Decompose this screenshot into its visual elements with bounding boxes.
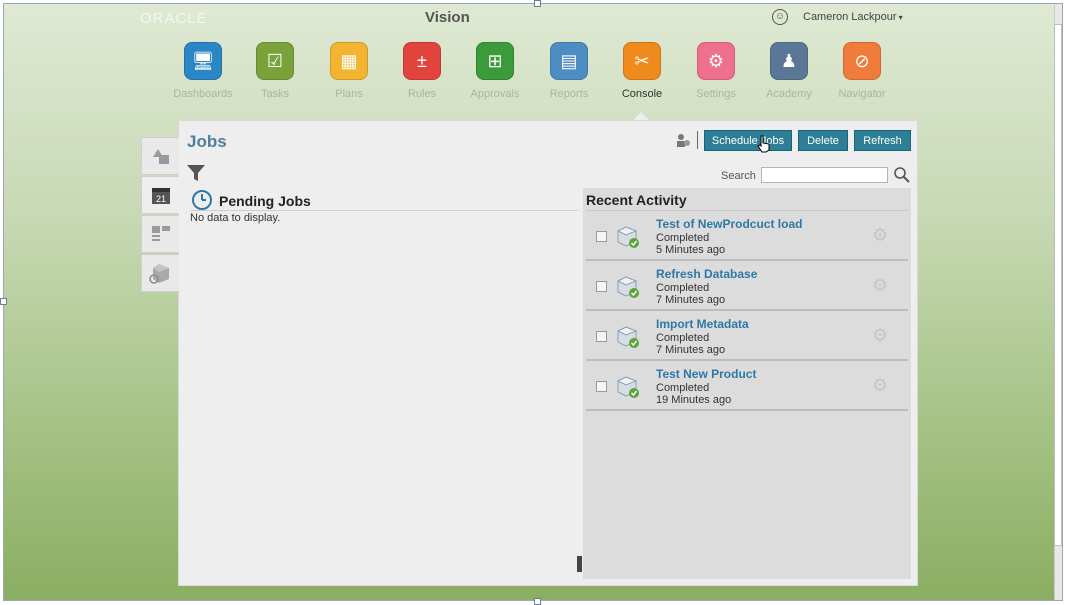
- console-icon: ✂: [623, 42, 661, 80]
- gear-icon[interactable]: ⚙: [872, 275, 888, 296]
- nav-item-console[interactable]: ✂ Console: [609, 42, 675, 100]
- nav-label: Plans: [335, 88, 363, 100]
- tasks-icon: ☑: [256, 42, 294, 80]
- panel-collapse-handle[interactable]: [577, 556, 582, 572]
- academy-icon: ♟: [770, 42, 808, 80]
- nav-item-navigator[interactable]: ⊘ Navigator: [829, 42, 895, 100]
- activity-time: 7 Minutes ago: [656, 344, 726, 356]
- activity-status: Completed: [656, 332, 710, 344]
- pending-jobs-header: Pending Jobs: [191, 188, 578, 211]
- activity-time: 7 Minutes ago: [656, 294, 726, 306]
- nav-item-rules[interactable]: ± Rules: [389, 42, 455, 100]
- activity-name-link[interactable]: Refresh Database: [656, 267, 757, 281]
- recent-activity-title: Recent Activity: [586, 192, 687, 208]
- shapes-icon: [152, 149, 169, 164]
- page-title: Jobs: [187, 132, 227, 151]
- resize-handle-top[interactable]: [534, 0, 541, 7]
- svg-text:21: 21: [155, 194, 165, 204]
- filter-icon[interactable]: [187, 165, 205, 186]
- console-side-tabs: 21: [141, 137, 179, 293]
- delete-button[interactable]: Delete: [798, 130, 848, 151]
- no-data-message: No data to display.: [190, 212, 281, 224]
- job-completed-icon: [616, 226, 639, 248]
- side-tab-jobs[interactable]: 21: [141, 176, 179, 214]
- nav-label: Rules: [407, 88, 437, 100]
- list-item[interactable]: Test of NewProdcuct load Completed 5 Min…: [586, 211, 908, 261]
- nav-label: Approvals: [470, 88, 520, 100]
- nav-label: Settings: [696, 88, 736, 100]
- nav-label: Dashboards: [173, 88, 233, 100]
- nav-label: Reports: [549, 88, 589, 100]
- pending-jobs-title: Pending Jobs: [219, 193, 311, 209]
- scrollbar-thumb[interactable]: [1054, 24, 1062, 546]
- activity-time: 19 Minutes ago: [656, 394, 732, 406]
- nav-label: Academy: [766, 88, 812, 100]
- nav-item-plans[interactable]: ▦ Plans: [316, 42, 382, 100]
- search-icon[interactable]: [893, 166, 911, 189]
- app-title: Vision: [425, 9, 470, 26]
- clock-icon: [192, 190, 212, 210]
- activity-name-link[interactable]: Import Metadata: [656, 317, 749, 331]
- resize-handle-left[interactable]: [0, 298, 7, 305]
- list-item[interactable]: Test New Product Completed 19 Minutes ag…: [586, 361, 908, 411]
- user-menu[interactable]: Cameron Lackpour ▾: [803, 11, 903, 23]
- plans-icon: ▦: [330, 42, 368, 80]
- search-label: Search: [721, 170, 756, 182]
- nav-label: Tasks: [260, 88, 290, 100]
- accessibility-icon[interactable]: ☺: [772, 9, 788, 25]
- refresh-button[interactable]: Refresh: [854, 130, 911, 151]
- list-item[interactable]: Import Metadata Completed 7 Minutes ago …: [586, 311, 908, 361]
- list-item[interactable]: Refresh Database Completed 7 Minutes ago…: [586, 261, 908, 311]
- nav-item-approvals[interactable]: ⊞ Approvals: [462, 42, 528, 100]
- side-tab-overview[interactable]: [141, 137, 179, 175]
- nav-item-dashboards[interactable]: 🖥 Dashboards: [170, 42, 236, 100]
- user-name: Cameron Lackpour: [803, 11, 897, 23]
- activity-name-link[interactable]: Test New Product: [656, 367, 756, 381]
- nav-item-reports[interactable]: ▤ Reports: [536, 42, 602, 100]
- mouse-pointer-icon: [757, 135, 771, 158]
- vertical-scrollbar[interactable]: [1054, 4, 1062, 600]
- job-completed-icon: [616, 326, 639, 348]
- nav-item-tasks[interactable]: ☑ Tasks: [242, 42, 308, 100]
- activity-status: Completed: [656, 382, 710, 394]
- row-checkbox[interactable]: [596, 381, 607, 392]
- job-completed-icon: [616, 276, 639, 298]
- dashboards-icon: 🖥: [184, 42, 222, 80]
- side-tab-dimensions[interactable]: [141, 215, 179, 253]
- cube-settings-icon: [148, 264, 169, 284]
- schedule-jobs-button[interactable]: Schedule Jobs: [704, 130, 792, 151]
- row-checkbox[interactable]: [596, 331, 607, 342]
- approvals-icon: ⊞: [476, 42, 514, 80]
- row-checkbox[interactable]: [596, 231, 607, 242]
- side-tab-application[interactable]: [141, 254, 179, 292]
- job-user-icon[interactable]: [676, 133, 690, 147]
- activity-name-link[interactable]: Test of NewProdcuct load: [656, 217, 802, 231]
- activity-status: Completed: [656, 282, 710, 294]
- chevron-down-icon: ▾: [898, 13, 903, 22]
- gear-icon[interactable]: ⚙: [872, 375, 888, 396]
- job-completed-icon: [616, 376, 639, 398]
- gear-icon[interactable]: ⚙: [872, 225, 888, 246]
- gear-icon[interactable]: ⚙: [872, 325, 888, 346]
- search-input[interactable]: [761, 167, 888, 183]
- activity-status: Completed: [656, 232, 710, 244]
- nav-item-settings[interactable]: ⚙ Settings: [683, 42, 749, 100]
- tiles-icon: [151, 226, 170, 241]
- settings-icon: ⚙: [697, 42, 735, 80]
- rules-icon: ±: [403, 42, 441, 80]
- navigator-icon: ⊘: [843, 42, 881, 80]
- recent-activity-panel: Recent Activity Test of NewProdcuct load…: [583, 188, 911, 579]
- calendar-icon: 21: [151, 188, 170, 204]
- oracle-logo: ORACLE: [140, 10, 208, 27]
- activity-list: Test of NewProdcuct load Completed 5 Min…: [586, 210, 908, 411]
- nav-label: Console: [621, 88, 663, 100]
- nav-item-academy[interactable]: ♟ Academy: [756, 42, 822, 100]
- reports-icon: ▤: [550, 42, 588, 80]
- toolbar-separator: [697, 131, 698, 149]
- nav-label: Navigator: [838, 88, 886, 100]
- activity-time: 5 Minutes ago: [656, 244, 726, 256]
- row-checkbox[interactable]: [596, 281, 607, 292]
